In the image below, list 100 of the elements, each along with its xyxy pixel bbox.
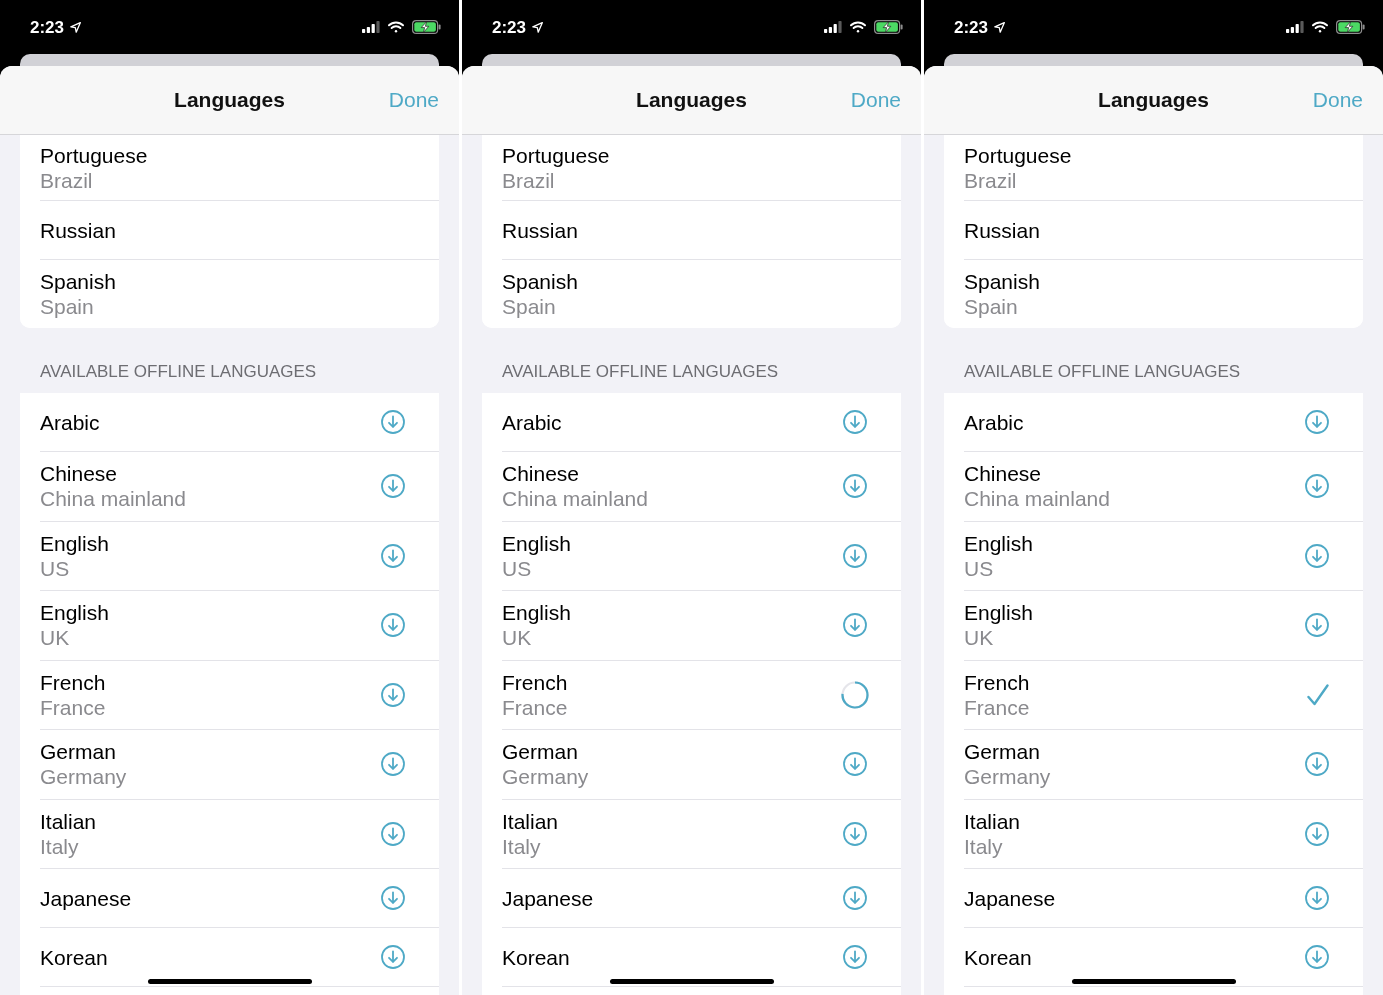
language-name: Korean bbox=[502, 944, 570, 970]
section-header: AVAILABLE OFFLINE LANGUAGES bbox=[502, 362, 780, 382]
download-icon[interactable] bbox=[1305, 821, 1329, 846]
download-icon[interactable] bbox=[1305, 752, 1329, 777]
loading-ring-icon bbox=[841, 680, 869, 709]
location-arrow-icon bbox=[994, 21, 1006, 33]
language-name: English bbox=[502, 600, 571, 626]
download-icon[interactable] bbox=[1305, 945, 1329, 969]
language-name: Russian bbox=[502, 217, 578, 243]
status-time: 2:23 bbox=[954, 18, 989, 36]
download-icon[interactable] bbox=[381, 886, 405, 910]
wifi-icon bbox=[1312, 21, 1328, 33]
location-arrow-icon bbox=[70, 21, 82, 33]
battery-charging-icon bbox=[874, 20, 903, 34]
language-name: Arabic bbox=[964, 409, 1024, 435]
region-name: US bbox=[964, 555, 995, 581]
download-icon[interactable] bbox=[843, 543, 867, 568]
language-name: German bbox=[502, 739, 579, 765]
done-button[interactable]: Done bbox=[850, 84, 901, 116]
download-icon[interactable] bbox=[381, 821, 405, 846]
download-icon[interactable] bbox=[381, 752, 405, 777]
language-name: German bbox=[964, 739, 1041, 765]
region-name: Brazil bbox=[964, 167, 1018, 193]
region-name: France bbox=[964, 694, 1030, 720]
region-name: China mainland bbox=[502, 486, 648, 512]
region-name: Spain bbox=[964, 294, 1019, 319]
download-icon[interactable] bbox=[843, 613, 867, 638]
section-header: AVAILABLE OFFLINE LANGUAGES bbox=[964, 362, 1242, 382]
wifi-icon bbox=[388, 21, 404, 33]
language-name: Japanese bbox=[502, 885, 594, 911]
language-name: German bbox=[40, 739, 117, 765]
language-name: Chinese bbox=[502, 461, 581, 487]
region-name: Germany bbox=[40, 764, 127, 790]
language-name: Japanese bbox=[40, 885, 132, 911]
language-name: Portuguese bbox=[502, 142, 610, 168]
download-icon[interactable] bbox=[1305, 410, 1329, 434]
download-icon[interactable] bbox=[843, 474, 867, 499]
section-header: AVAILABLE OFFLINE LANGUAGES bbox=[40, 362, 318, 382]
download-icon[interactable] bbox=[843, 821, 867, 846]
region-name: Germany bbox=[502, 764, 589, 790]
download-icon[interactable] bbox=[381, 682, 405, 707]
download-icon[interactable] bbox=[381, 543, 405, 568]
region-name: Germany bbox=[964, 764, 1051, 790]
region-name: UK bbox=[502, 625, 533, 651]
language-name: Spanish bbox=[502, 269, 578, 294]
region-name: Italy bbox=[502, 833, 542, 859]
download-icon[interactable] bbox=[381, 474, 405, 499]
language-name: Arabic bbox=[40, 409, 100, 435]
download-icon[interactable] bbox=[381, 945, 405, 969]
region-name: UK bbox=[964, 625, 995, 651]
language-name: Korean bbox=[964, 944, 1032, 970]
region-name: US bbox=[502, 555, 533, 581]
signal-bars-icon bbox=[1286, 21, 1304, 33]
language-name: Chinese bbox=[964, 461, 1043, 487]
download-icon[interactable] bbox=[1305, 886, 1329, 910]
download-icon[interactable] bbox=[843, 945, 867, 969]
region-name: Spain bbox=[502, 294, 557, 319]
done-button[interactable]: Done bbox=[1312, 84, 1363, 116]
status-time: 2:23 bbox=[30, 18, 65, 36]
language-name: English bbox=[964, 530, 1033, 556]
language-name: Korean bbox=[40, 944, 108, 970]
language-name: French bbox=[40, 669, 106, 695]
checkmark-icon bbox=[1307, 683, 1329, 706]
download-icon[interactable] bbox=[843, 752, 867, 777]
download-icon[interactable] bbox=[1305, 613, 1329, 638]
signal-bars-icon bbox=[824, 21, 842, 33]
wifi-icon bbox=[850, 21, 866, 33]
nav-title: Languages bbox=[174, 87, 285, 114]
region-name: France bbox=[502, 694, 568, 720]
language-name: Spanish bbox=[964, 269, 1040, 294]
region-name: US bbox=[40, 555, 71, 581]
language-name: Russian bbox=[40, 217, 116, 243]
nav-title: Languages bbox=[636, 87, 747, 114]
region-name: Brazil bbox=[40, 167, 94, 193]
language-name: Italian bbox=[964, 808, 1021, 834]
download-icon[interactable] bbox=[843, 886, 867, 910]
language-name: Portuguese bbox=[40, 142, 148, 168]
download-icon[interactable] bbox=[381, 410, 405, 434]
download-icon[interactable] bbox=[1305, 474, 1329, 499]
region-name: Spain bbox=[40, 294, 95, 319]
language-name: English bbox=[964, 600, 1033, 626]
language-name: French bbox=[502, 669, 568, 695]
download-icon[interactable] bbox=[1305, 543, 1329, 568]
language-name: Arabic bbox=[502, 409, 562, 435]
language-name: Chinese bbox=[40, 461, 119, 487]
language-name: Portuguese bbox=[964, 142, 1072, 168]
location-arrow-icon bbox=[532, 21, 544, 33]
region-name: France bbox=[40, 694, 106, 720]
language-name: Italian bbox=[502, 808, 559, 834]
done-button[interactable]: Done bbox=[388, 84, 439, 116]
status-time: 2:23 bbox=[492, 18, 527, 36]
region-name: Italy bbox=[40, 833, 80, 859]
region-name: UK bbox=[40, 625, 71, 651]
download-icon[interactable] bbox=[381, 613, 405, 638]
signal-bars-icon bbox=[362, 21, 380, 33]
region-name: Italy bbox=[964, 833, 1004, 859]
download-icon[interactable] bbox=[843, 410, 867, 434]
battery-charging-icon bbox=[1336, 20, 1365, 34]
region-name: China mainland bbox=[40, 486, 186, 512]
language-name: Spanish bbox=[40, 269, 116, 294]
